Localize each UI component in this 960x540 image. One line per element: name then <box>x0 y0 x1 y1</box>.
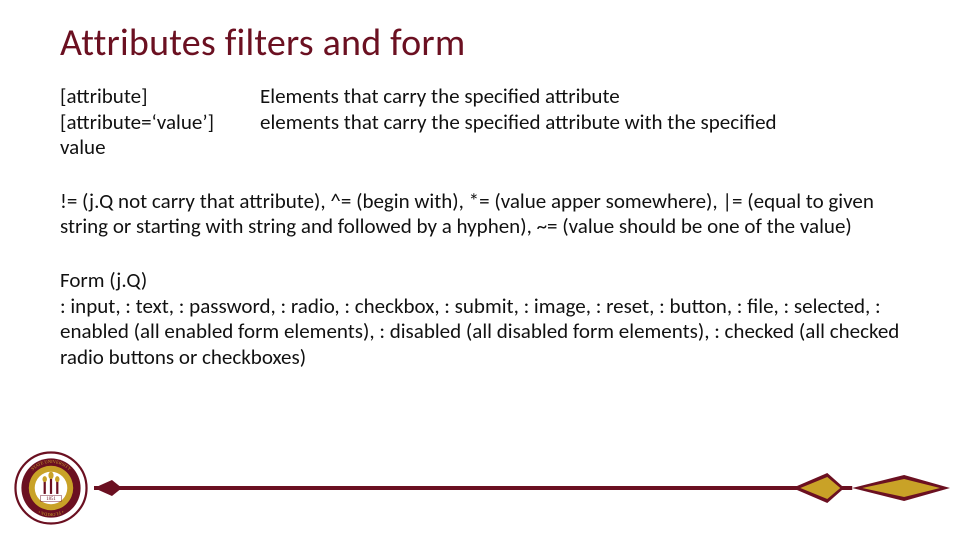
spear-divider-icon <box>94 465 952 511</box>
def-label-attribute-value: [attribute=‘value’] <box>60 110 260 136</box>
university-seal-icon: 1851 STATE UNIVERSITY • FLORIDA • <box>14 451 88 525</box>
form-selectors-list: : input, : text, : password, : radio, : … <box>60 294 900 371</box>
def-row-attribute: [attribute] Elements that carry the spec… <box>60 84 900 110</box>
def-row-attribute-value: [attribute=‘value’] elements that carry … <box>60 110 900 136</box>
seal-year: 1851 <box>46 497 56 502</box>
slide-footer: 1851 STATE UNIVERSITY • FLORIDA • <box>0 448 960 528</box>
operators-paragraph: != (j.Q not carry that attribute), ^= (b… <box>60 189 900 240</box>
def-desc-attribute-value: elements that carry the specified attrib… <box>260 110 900 136</box>
slide: Attributes filters and form [attribute] … <box>0 0 960 540</box>
form-heading: Form (j.Q) <box>60 268 900 294</box>
def-desc-attribute: Elements that carry the specified attrib… <box>260 84 900 110</box>
def-label-attribute: [attribute] <box>60 84 260 110</box>
def-value-continuation: value <box>60 135 900 161</box>
slide-title: Attributes filters and form <box>60 20 900 66</box>
slide-body: [attribute] Elements that carry the spec… <box>60 84 900 370</box>
